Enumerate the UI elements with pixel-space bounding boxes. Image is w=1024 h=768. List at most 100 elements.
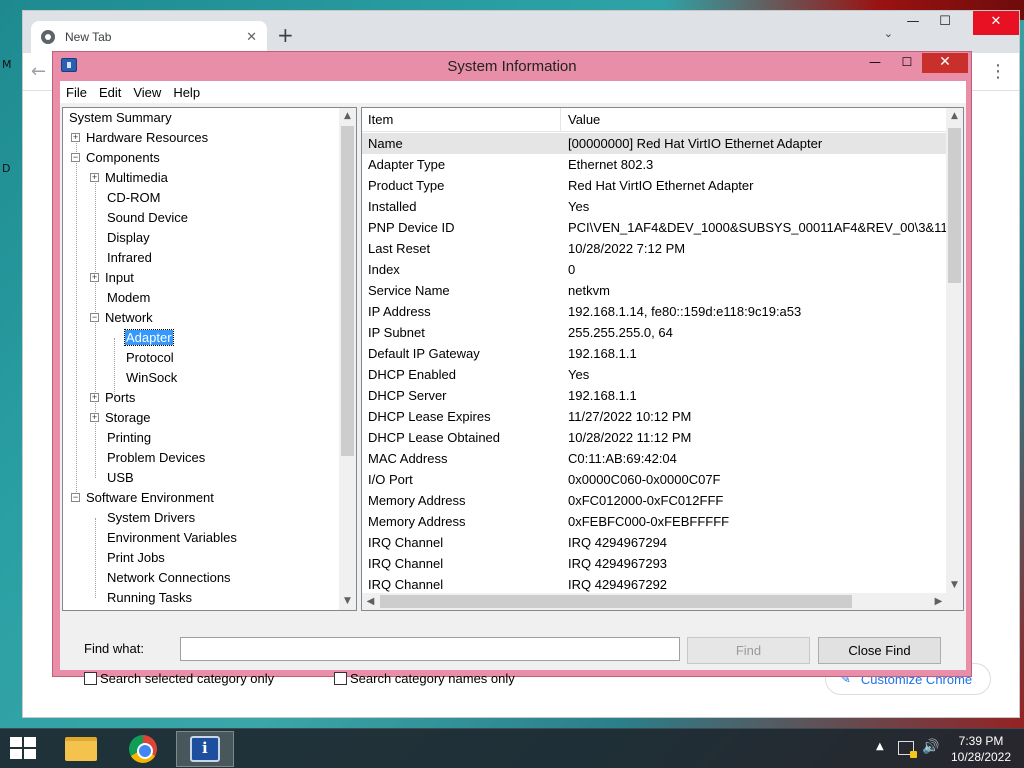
tree-item-display[interactable]: Display — [107, 228, 150, 248]
expand-icon[interactable]: + — [90, 273, 99, 283]
tab-search-button[interactable]: ⌄ — [884, 27, 893, 40]
table-row[interactable]: IP Subnet 255.255.255.0, 64 — [362, 322, 947, 343]
table-row[interactable]: DHCP Enabled Yes — [362, 364, 947, 385]
minimize-button[interactable]: — — [861, 53, 889, 73]
table-row[interactable]: Product Type Red Hat VirtIO Ethernet Adap… — [362, 175, 947, 196]
tree-item-network-connections[interactable]: Network Connections — [107, 568, 231, 588]
expand-icon[interactable]: + — [71, 133, 80, 143]
taskbar-file-explorer[interactable] — [52, 731, 110, 767]
close-find-button[interactable]: Close Find — [818, 637, 941, 664]
window-titlebar[interactable]: System Information — ☐ ✕ — [53, 52, 971, 82]
tree-scrollbar[interactable]: ▲ ▼ — [339, 108, 356, 610]
details-list[interactable]: Item Value Name [00000000] Red Hat VirtIO… — [361, 107, 964, 611]
tree-item-sound-device[interactable]: Sound Device — [107, 208, 188, 228]
network-icon[interactable] — [898, 741, 917, 758]
table-row[interactable]: IRQ Channel IRQ 4294967294 — [362, 532, 947, 553]
scrollbar-thumb[interactable] — [948, 128, 961, 283]
maximize-button[interactable]: ☐ — [893, 53, 921, 73]
table-row[interactable]: Last Reset 10/28/2022 7:12 PM — [362, 238, 947, 259]
tree-item-running-tasks[interactable]: Running Tasks — [107, 588, 192, 608]
menu-edit[interactable]: Edit — [93, 85, 127, 100]
table-row[interactable]: DHCP Lease Expires 11/27/2022 10:12 PM — [362, 406, 947, 427]
column-header-item[interactable]: Item — [368, 112, 393, 127]
scroll-down-icon[interactable]: ▼ — [339, 593, 356, 610]
tree-item-system-summary[interactable]: System Summary — [69, 108, 172, 128]
search-category-names-checkbox[interactable]: Search category names only — [334, 671, 515, 686]
table-row[interactable]: I/O Port 0x0000C060-0x0000C07F — [362, 469, 947, 490]
tree-item-adapter[interactable]: Adapter — [124, 328, 174, 348]
tree-item-storage[interactable]: + Storage — [90, 408, 151, 428]
tree-item-problem-devices[interactable]: Problem Devices — [107, 448, 205, 468]
more-menu-icon[interactable]: ⋮ — [989, 61, 1007, 82]
table-row[interactable]: Installed Yes — [362, 196, 947, 217]
tree-item-usb[interactable]: USB — [107, 468, 134, 488]
table-row[interactable]: IRQ Channel IRQ 4294967292 — [362, 574, 947, 595]
tree-item-components[interactable]: − Components — [71, 148, 160, 168]
column-header-value[interactable]: Value — [568, 112, 600, 127]
table-row[interactable]: Name [00000000] Red Hat VirtIO Ethernet A… — [362, 133, 947, 154]
menu-help[interactable]: Help — [167, 85, 206, 100]
scroll-right-icon[interactable]: ▶ — [930, 593, 947, 610]
tree-item-modem[interactable]: Modem — [107, 288, 150, 308]
tree-item-printing[interactable]: Printing — [107, 428, 151, 448]
close-button[interactable]: ✕ — [922, 53, 968, 73]
menu-view[interactable]: View — [127, 85, 167, 100]
collapse-icon[interactable]: − — [90, 313, 99, 323]
column-separator[interactable] — [560, 108, 561, 132]
expand-icon[interactable]: + — [90, 173, 99, 183]
table-row[interactable]: Memory Address 0xFEBFC000-0xFEBFFFFF — [362, 511, 947, 532]
table-row[interactable]: Index 0 — [362, 259, 947, 280]
tree-item-system-drivers[interactable]: System Drivers — [107, 508, 195, 528]
taskbar-system-information[interactable] — [176, 731, 234, 767]
chrome-maximize-button[interactable]: ☐ — [931, 11, 959, 35]
chrome-tab-new-tab[interactable]: New Tab ✕ — [31, 21, 267, 53]
tree-item-print-jobs[interactable]: Print Jobs — [107, 548, 165, 568]
tree-item-cd-rom[interactable]: CD-ROM — [107, 188, 160, 208]
tree-item-hardware-resources[interactable]: + Hardware Resources — [71, 128, 208, 148]
expand-icon[interactable]: + — [90, 413, 99, 423]
checkbox-unchecked-icon[interactable] — [84, 672, 97, 685]
taskbar-chrome[interactable] — [114, 731, 172, 767]
windows-start-icon[interactable] — [10, 737, 38, 761]
table-row[interactable]: Default IP Gateway 192.168.1.1 — [362, 343, 947, 364]
scrollbar-thumb[interactable] — [380, 595, 852, 608]
new-tab-button[interactable]: + — [277, 23, 294, 47]
table-row[interactable]: Memory Address 0xFC012000-0xFC012FFF — [362, 490, 947, 511]
table-row[interactable]: IRQ Channel IRQ 4294967293 — [362, 553, 947, 574]
tree-item-input[interactable]: + Input — [90, 268, 134, 288]
table-row[interactable]: Service Name netkvm — [362, 280, 947, 301]
expand-icon[interactable]: + — [90, 393, 99, 403]
table-row[interactable]: PNP Device ID PCI\VEN_1AF4&DEV_1000&SUBSY… — [362, 217, 963, 238]
scroll-left-icon[interactable]: ◀ — [362, 593, 379, 610]
tray-expand-icon[interactable]: ▲ — [876, 741, 884, 752]
category-tree[interactable]: System Summary + Hardware Resources − Comp… — [62, 107, 357, 611]
tree-item-software-environment[interactable]: − Software Environment — [71, 488, 214, 508]
find-what-input[interactable] — [180, 637, 680, 661]
checkbox-unchecked-icon[interactable] — [334, 672, 347, 685]
chrome-close-button[interactable]: ✕ — [973, 11, 1019, 35]
chrome-minimize-button[interactable]: — — [899, 11, 927, 35]
table-row[interactable]: DHCP Server 192.168.1.1 — [362, 385, 947, 406]
scroll-up-icon[interactable]: ▲ — [339, 108, 356, 125]
taskbar-clock[interactable]: 7:39 PM 10/28/2022 — [944, 733, 1018, 765]
scrollbar-thumb[interactable] — [341, 126, 354, 456]
close-icon[interactable]: ✕ — [246, 30, 257, 45]
tree-item-protocol[interactable]: Protocol — [126, 348, 174, 368]
tree-item-multimedia[interactable]: + Multimedia — [90, 168, 168, 188]
collapse-icon[interactable]: − — [71, 493, 80, 503]
back-arrow-icon[interactable]: ← — [31, 61, 46, 82]
menu-file[interactable]: File — [60, 85, 93, 100]
table-row[interactable]: Adapter Type Ethernet 802.3 — [362, 154, 947, 175]
volume-icon[interactable]: 🔊 — [922, 739, 939, 755]
table-row[interactable]: MAC Address C0:11:AB:69:42:04 — [362, 448, 947, 469]
search-selected-category-checkbox[interactable]: Search selected category only — [84, 671, 274, 686]
find-button[interactable]: Find — [687, 637, 810, 664]
tree-item-infrared[interactable]: Infrared — [107, 248, 152, 268]
tree-item-ports[interactable]: + Ports — [90, 388, 135, 408]
tree-item-winsock[interactable]: WinSock — [126, 368, 177, 388]
list-vertical-scrollbar[interactable]: ▲ ▼ — [946, 108, 963, 594]
table-row[interactable]: DHCP Lease Obtained 10/28/2022 11:12 PM — [362, 427, 947, 448]
tree-item-environment-variables[interactable]: Environment Variables — [107, 528, 237, 548]
tree-item-network[interactable]: − Network — [90, 308, 153, 328]
scroll-up-icon[interactable]: ▲ — [946, 108, 963, 125]
